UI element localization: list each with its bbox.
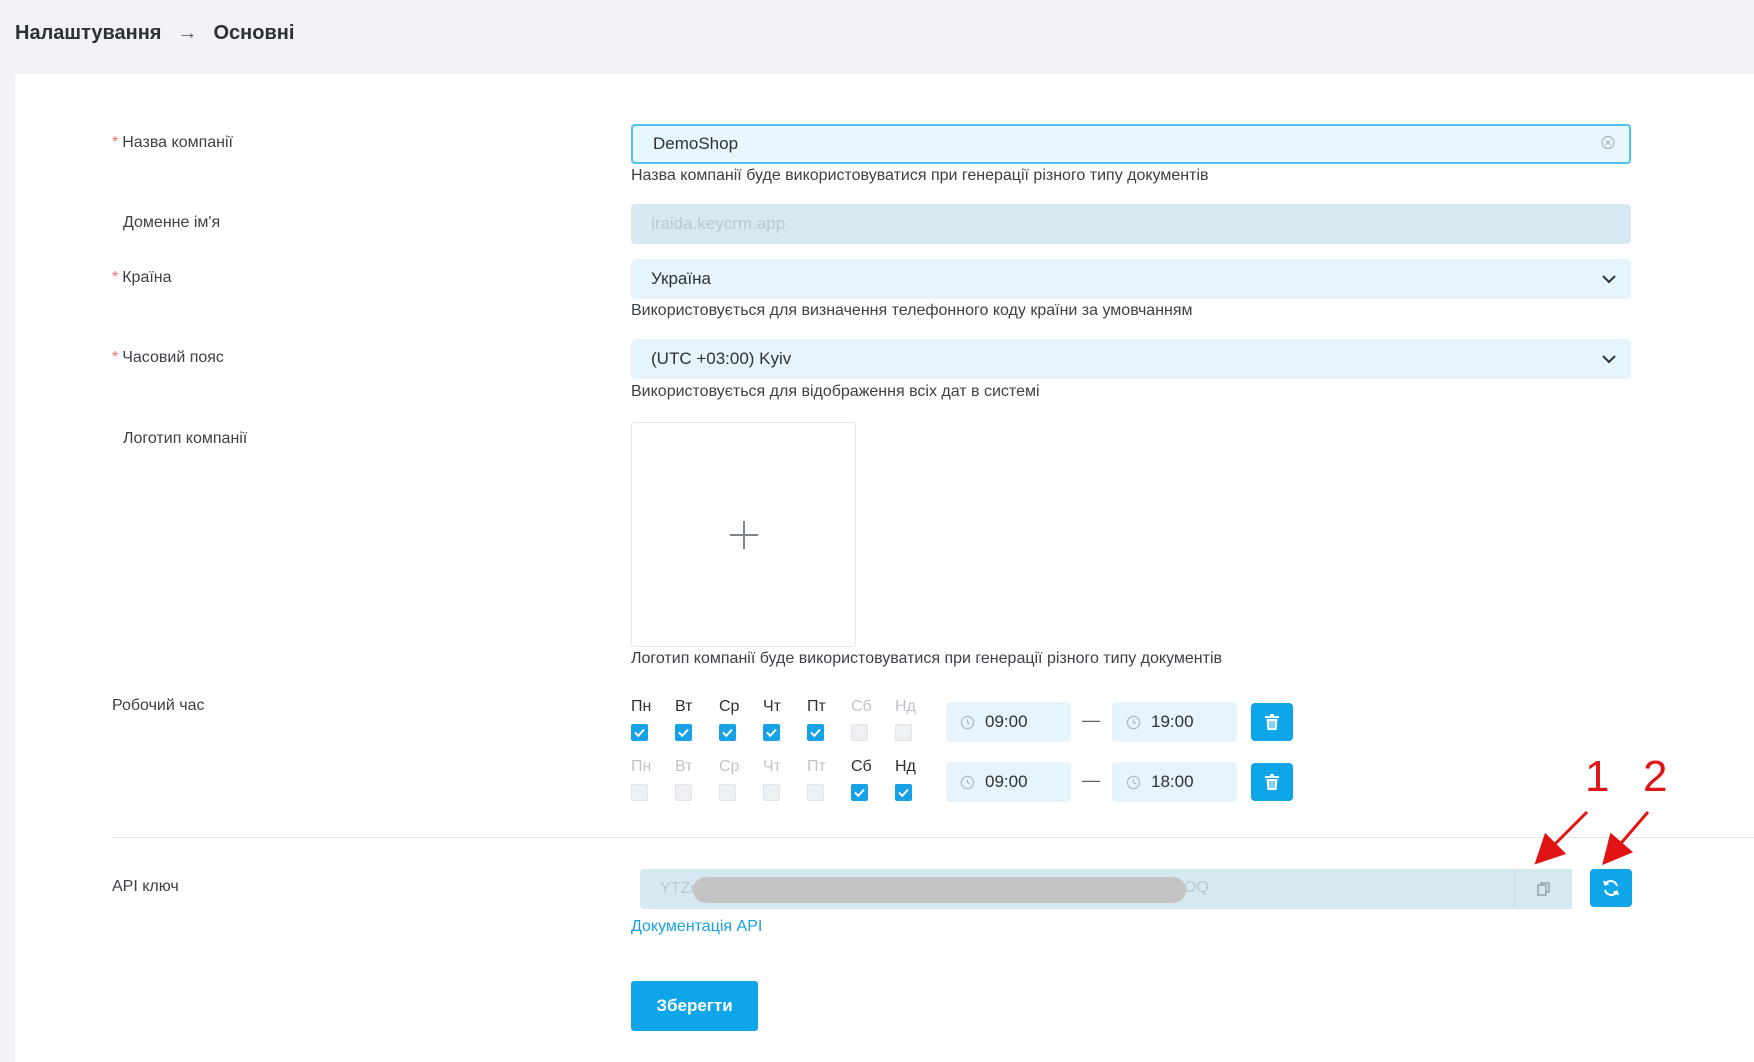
annotation-arrows bbox=[1534, 810, 1650, 866]
annotation-arrow-2 bbox=[1602, 811, 1650, 866]
annotation-arrow-1 bbox=[1534, 810, 1589, 865]
